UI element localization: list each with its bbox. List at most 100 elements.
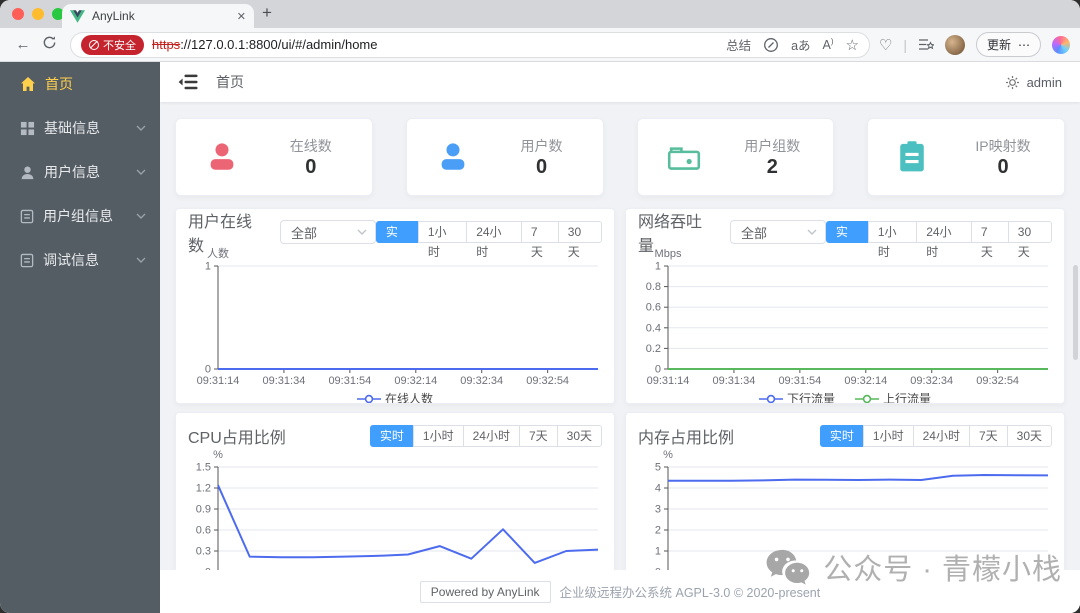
stat-label: 在线数: [289, 137, 332, 154]
range-button-7天[interactable]: 7天: [520, 221, 559, 259]
range-button-1小时[interactable]: 1小时: [417, 221, 468, 259]
svg-text:1: 1: [655, 546, 661, 558]
sidebar-item-user-group-info[interactable]: 用户组信息: [0, 194, 160, 238]
browser-essentials-icon[interactable]: ♡: [879, 36, 892, 54]
copilot-icon[interactable]: [1052, 35, 1070, 54]
sidebar-item-debug-info[interactable]: 调试信息: [0, 238, 160, 282]
svg-text:09:32:54: 09:32:54: [976, 375, 1019, 385]
user-menu[interactable]: admin: [1005, 75, 1062, 90]
svg-text:%: %: [663, 449, 673, 461]
back-button[interactable]: ←: [10, 36, 36, 53]
collapse-sidebar-icon[interactable]: [178, 74, 198, 90]
range-button-24小时[interactable]: 24小时: [916, 221, 972, 259]
filter-select[interactable]: 全部: [729, 220, 826, 244]
close-window-button[interactable]: [12, 8, 24, 20]
url-scheme: https: [152, 37, 181, 52]
username: admin: [1026, 74, 1062, 90]
range-button-30天[interactable]: 30天: [557, 221, 602, 259]
translate-icon[interactable]: aあ: [791, 35, 810, 54]
chart-card-online-users: 用户在线数 全部 实时 1小时 24小时 7天 30天 0 1 人数 09:31:14 09:3…: [175, 208, 615, 404]
grid-icon: [20, 121, 35, 135]
svg-text:%: %: [213, 449, 223, 461]
sidebar-item-home[interactable]: 首页: [0, 62, 160, 106]
range-button-30天[interactable]: 30天: [1007, 221, 1052, 259]
svg-text:09:32:34: 09:32:34: [460, 375, 503, 385]
range-button-1小时[interactable]: 1小时: [867, 221, 918, 259]
range-button-1小时[interactable]: 1小时: [862, 425, 914, 447]
svg-text:0: 0: [205, 364, 211, 376]
range-button-7天[interactable]: 7天: [970, 221, 1009, 259]
scrollbar[interactable]: [1073, 265, 1078, 360]
sidebar-item-user-info[interactable]: 用户信息: [0, 150, 160, 194]
legend-item-上行流量[interactable]: 上行流量: [855, 390, 931, 403]
window-controls: [12, 8, 64, 20]
vue-logo-icon: [70, 9, 85, 23]
watermark: 公众号 · 青檬小栈: [765, 546, 1062, 588]
document-icon: [20, 253, 34, 267]
reload-icon: [43, 36, 55, 49]
chart-legend: 在线人数: [188, 390, 602, 403]
breadcrumb: 首页: [216, 74, 244, 90]
svg-text:0.6: 0.6: [196, 525, 211, 537]
legend-item-下行流量[interactable]: 下行流量: [758, 390, 835, 403]
svg-text:09:32:14: 09:32:14: [844, 375, 887, 385]
update-button[interactable]: 更新 ⋯: [975, 32, 1041, 57]
browser-tab[interactable]: AnyLink ✕: [62, 4, 254, 28]
range-button-24小时[interactable]: 24小时: [912, 425, 970, 447]
tab-close-icon[interactable]: ✕: [237, 10, 246, 23]
throughput-line-chart: 0 0.2 0.4 0.6 0.8 1Mbps 09:31:14 09:31:34 09:31:…: [646, 248, 1048, 387]
range-button-7天[interactable]: 7天: [968, 425, 1008, 447]
svg-text:09:32:34: 09:32:34: [910, 375, 953, 385]
stat-value: 2: [766, 155, 778, 178]
svg-text:4: 4: [655, 483, 661, 495]
legend-item-在线人数[interactable]: 在线人数: [356, 390, 433, 403]
minimize-window-button[interactable]: [32, 8, 44, 20]
stat-value: 0: [997, 155, 1009, 178]
range-button-实时[interactable]: 实时: [375, 221, 419, 259]
profile-avatar[interactable]: [944, 34, 965, 55]
read-aloud-icon[interactable]: A): [823, 37, 834, 52]
svg-text:2: 2: [655, 525, 661, 537]
sidebar-item-basic-info[interactable]: 基础信息: [0, 106, 160, 150]
clipboard-icon: [900, 141, 925, 172]
range-button-7天[interactable]: 7天: [518, 425, 558, 447]
new-tab-button[interactable]: +: [262, 3, 272, 23]
favorite-star-icon[interactable]: ☆: [846, 36, 859, 54]
security-badge[interactable]: 不安全: [81, 34, 144, 55]
address-bar[interactable]: 不安全 https://127.0.0.1:8800/ui/#/admin/ho…: [70, 31, 870, 58]
range-button-30天[interactable]: 30天: [556, 425, 602, 447]
collections-icon[interactable]: [918, 37, 934, 52]
svg-text:09:31:34: 09:31:34: [263, 375, 306, 385]
range-button-实时[interactable]: 实时: [369, 425, 414, 447]
users-icon: [441, 143, 465, 170]
svg-text:5: 5: [655, 462, 661, 474]
svg-text:09:32:14: 09:32:14: [394, 375, 437, 385]
svg-text:0.8: 0.8: [646, 281, 661, 293]
range-button-1小时[interactable]: 1小时: [412, 425, 464, 447]
svg-text:09:31:54: 09:31:54: [328, 375, 371, 385]
summarize-button[interactable]: 总结: [726, 35, 751, 54]
reload-button[interactable]: [36, 35, 62, 54]
powered-by-badge[interactable]: Powered by AnyLink: [419, 580, 551, 603]
svg-text:Mbps: Mbps: [655, 248, 682, 260]
folder-icon: [667, 147, 700, 170]
chevron-down-icon: [136, 257, 146, 263]
range-button-实时[interactable]: 实时: [819, 425, 864, 447]
range-button-30天[interactable]: 30天: [1006, 425, 1052, 447]
svg-text:0.3: 0.3: [196, 546, 211, 558]
browser-toolbar: ← 不安全 https://127.0.0.1:8800/ui/#/admin/…: [0, 28, 1080, 62]
chart-card-throughput: 网络吞吐量 全部 实时 1小时 24小时 7天 30天 0 0.2 0.4 0.6 0.8 1 Mb…: [625, 208, 1065, 404]
tab-title: AnyLink: [92, 9, 135, 23]
range-button-24小时[interactable]: 24小时: [466, 221, 522, 259]
main-area: 首页 admin 在线数 0 用户数 0 用户组数 2 IP映射数 0 用户在线…: [160, 62, 1080, 613]
editor-icon[interactable]: [763, 37, 779, 53]
more-menu-icon[interactable]: ⋯: [1018, 38, 1030, 52]
stat-label: IP映射数: [975, 137, 1031, 154]
range-button-24小时[interactable]: 24小时: [462, 425, 520, 447]
user-icon: [21, 166, 34, 179]
chevron-down-icon: [357, 229, 367, 235]
filter-select[interactable]: 全部: [279, 220, 376, 244]
range-button-实时[interactable]: 实时: [825, 221, 869, 259]
time-range-group: 实时 1小时 24小时 7天 30天: [825, 221, 1052, 259]
tab-strip: AnyLink ✕ +: [0, 0, 1080, 28]
